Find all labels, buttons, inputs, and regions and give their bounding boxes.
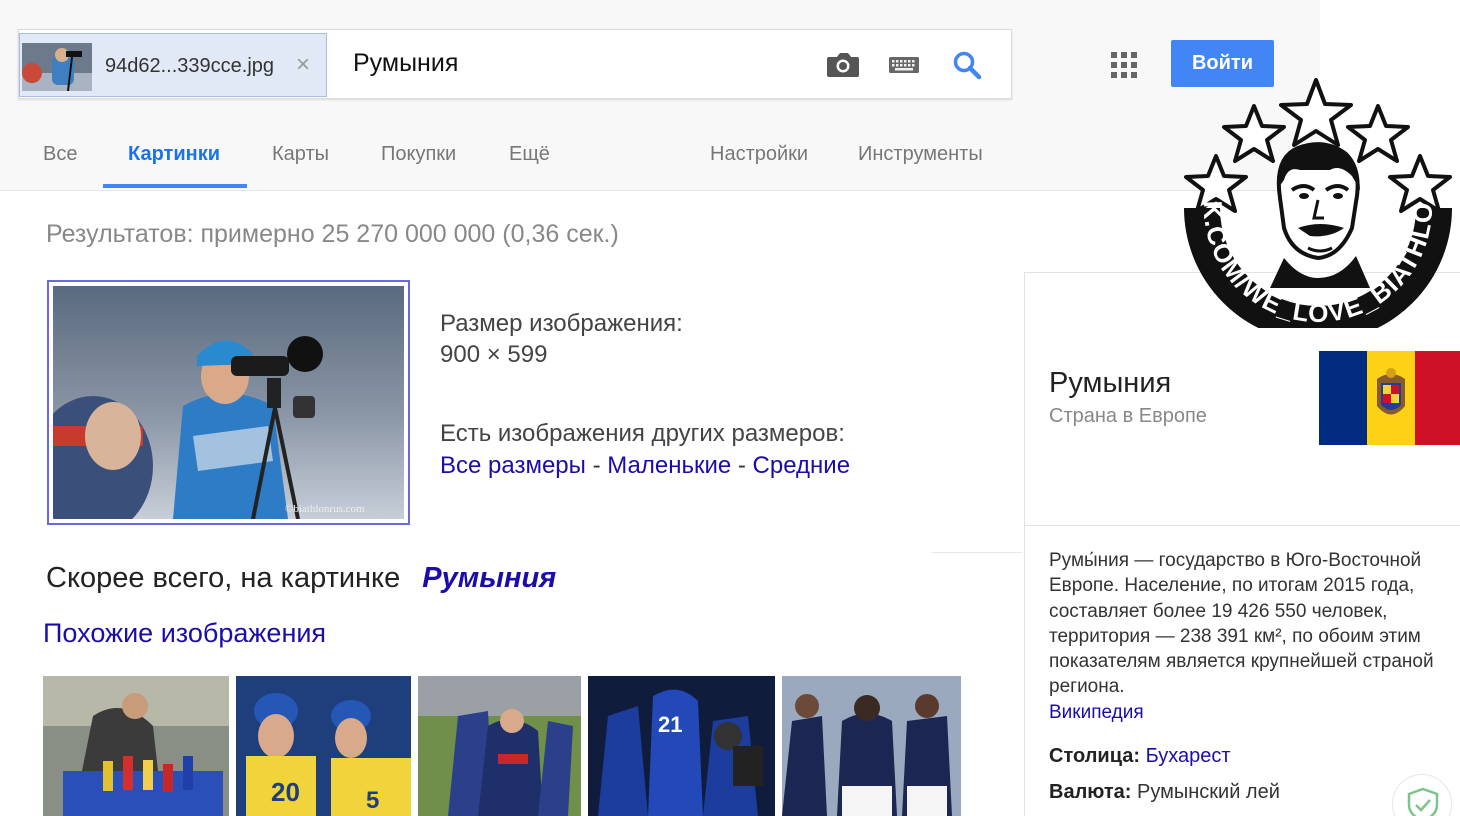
size-link-separator: - bbox=[731, 452, 753, 479]
size-link-separator: - bbox=[585, 452, 608, 479]
kp-description-text: Румы́ния — государство в Юго-Восточной Е… bbox=[1049, 550, 1434, 698]
other-sizes-label: Есть изображения других размеров: bbox=[440, 420, 845, 447]
svg-text:20: 20 bbox=[271, 777, 300, 807]
shield-check-icon[interactable] bbox=[1392, 774, 1452, 816]
svg-text:21: 21 bbox=[658, 712, 682, 737]
kp-title: Румыния bbox=[1049, 367, 1172, 399]
tab-tools[interactable]: Инструменты bbox=[858, 143, 983, 166]
tab-more[interactable]: Ещё bbox=[509, 143, 550, 166]
kp-description: Румы́ния — государство в Юго-Восточной Е… bbox=[1049, 548, 1441, 725]
image-credit: ©biathlonrus.com bbox=[285, 503, 365, 515]
best-guess-term-link[interactable]: Румыния bbox=[422, 562, 556, 594]
camera-icon[interactable] bbox=[823, 46, 863, 84]
apps-grid-icon[interactable] bbox=[1110, 51, 1138, 79]
best-guess-prefix: Скорее всего, на картинке bbox=[46, 562, 401, 594]
currency-value: Румынский лей bbox=[1137, 781, 1280, 803]
tab-shopping[interactable]: Покупки bbox=[381, 143, 456, 166]
meme-face-icon bbox=[1270, 142, 1370, 288]
results-count: Результатов: примерно 25 270 000 000 (0,… bbox=[46, 220, 619, 248]
image-size-label: Размер изображения: bbox=[440, 310, 683, 337]
keyboard-icon[interactable] bbox=[885, 46, 925, 84]
chip-file-name: 94d62...339cce.jpg bbox=[105, 55, 275, 77]
search-image-chip[interactable]: 94d62...339cce.jpg × bbox=[19, 33, 327, 97]
tab-all[interactable]: Все bbox=[43, 143, 77, 166]
query-image-photo: ©biathlonrus.com bbox=[53, 286, 404, 519]
wikipedia-link[interactable]: Википедия bbox=[1049, 700, 1441, 725]
medium-sizes-link[interactable]: Средние bbox=[753, 452, 851, 479]
romania-flag[interactable] bbox=[1319, 351, 1460, 445]
similar-image-thumb[interactable] bbox=[782, 676, 961, 816]
tab-maps[interactable]: Карты bbox=[272, 143, 329, 166]
similar-image-thumb[interactable]: 20 5 bbox=[236, 676, 411, 816]
chip-close-icon[interactable]: × bbox=[296, 51, 310, 79]
similar-image-thumb[interactable] bbox=[418, 676, 581, 816]
search-icon[interactable] bbox=[947, 46, 987, 84]
image-size-value: 900 × 599 bbox=[440, 341, 548, 368]
similar-images-link[interactable]: Похожие изображения bbox=[43, 618, 326, 649]
kp-fact-label: Валюта: bbox=[1049, 781, 1132, 803]
search-query-input[interactable]: Румыния bbox=[353, 49, 458, 78]
similar-image-thumb[interactable]: 21 bbox=[588, 676, 775, 816]
active-tab-indicator bbox=[103, 184, 247, 188]
vk-watermark-stamp: VK.COM/WE_LOVE_BIATHLON bbox=[1170, 54, 1456, 342]
size-links: Все размеры - Маленькие - Средние bbox=[440, 452, 850, 480]
capital-link[interactable]: Бухарест bbox=[1146, 745, 1231, 767]
all-sizes-link[interactable]: Все размеры bbox=[440, 452, 586, 479]
small-sizes-link[interactable]: Маленькие bbox=[607, 452, 731, 479]
similar-image-thumb[interactable] bbox=[43, 676, 229, 816]
tab-images[interactable]: Картинки bbox=[128, 143, 220, 166]
kp-fact-capital: Столица: Бухарест bbox=[1049, 745, 1231, 768]
query-image[interactable]: ©biathlonrus.com bbox=[47, 280, 410, 525]
best-guess: Скорее всего, на картинке Румыния bbox=[46, 562, 556, 595]
search-box[interactable]: 94d62...339cce.jpg × Румыния bbox=[18, 29, 1012, 99]
kp-fact-label: Столица: bbox=[1049, 745, 1141, 767]
divider bbox=[932, 552, 1022, 553]
kp-subtitle: Страна в Европе bbox=[1049, 405, 1207, 427]
chip-thumbnail bbox=[22, 43, 92, 91]
svg-text:5: 5 bbox=[366, 787, 379, 814]
tab-settings[interactable]: Настройки bbox=[710, 143, 808, 166]
kp-separator bbox=[1025, 525, 1460, 526]
kp-fact-currency: Валюта: Румынский лей bbox=[1049, 781, 1280, 804]
knowledge-panel: Румыния Страна в Европе Румы́ния — госуд… bbox=[1024, 272, 1460, 816]
